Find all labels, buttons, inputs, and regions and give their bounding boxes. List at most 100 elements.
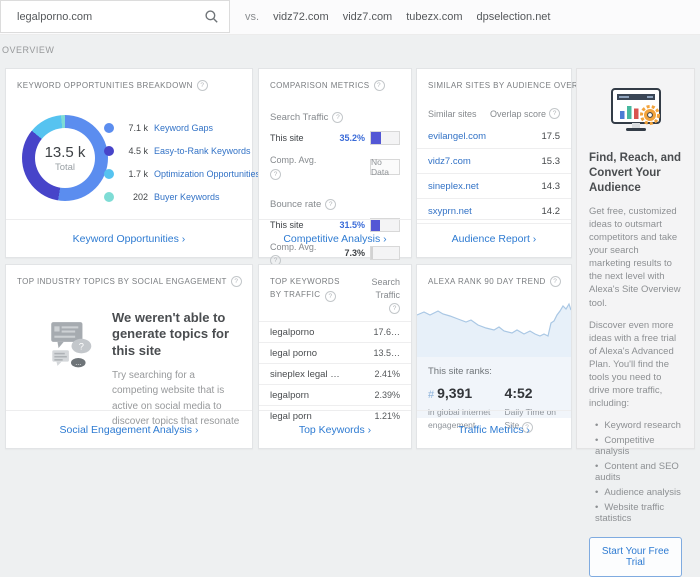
- card-title: SIMILAR SITES BY AUDIENCE OVERLAP: [417, 69, 571, 91]
- card-footer: Top Keywords ›: [259, 410, 411, 448]
- legend-value: 4.5 k: [121, 146, 148, 156]
- keyword-traffic: 17.6…: [373, 327, 400, 337]
- comparison-metrics-card: COMPARISON METRICS Search Traffic This s…: [258, 68, 412, 258]
- legend-label[interactable]: Keyword Gaps: [154, 123, 213, 133]
- keyword-row: sineplex legal …2.41%: [259, 363, 411, 384]
- legend-item: 1.7 kOptimization Opportunities: [104, 169, 248, 179]
- similar-site-row: vidz7.com 15.3: [417, 149, 571, 174]
- similar-sites-rows: evilangel.com 17.5 vidz7.com 15.3 sineplex.n…: [417, 124, 571, 224]
- card-title: ALEXA RANK 90 DAY TREND: [417, 265, 571, 287]
- info-icon[interactable]: [389, 303, 400, 314]
- legend-dot: [104, 192, 114, 202]
- keyword-legend: 7.1 kKeyword Gaps 4.5 k Easy-to-Rank Keywo…: [104, 123, 248, 215]
- info-icon[interactable]: [332, 112, 343, 123]
- keyword-row: legal porno 13.5…: [259, 342, 411, 363]
- promo-title: Find, Reach, and Convert Your Audience: [589, 151, 682, 196]
- legend-value: 1.7 k: [121, 169, 148, 179]
- keyword-opportunities-card: KEYWORD OPPORTUNITIES BREAKDOWN 13.5 k T…: [5, 68, 253, 258]
- rank-trend-card: ALEXA RANK 90 DAY TREND This site ranks:…: [416, 264, 572, 449]
- top-bar: vs. vidz72.comvidz7.comtubezx.comdpselec…: [0, 0, 700, 35]
- similar-site-link[interactable]: sxyprn.net: [428, 206, 472, 217]
- similar-sites-card: SIMILAR SITES BY AUDIENCE OVERLAP Simila…: [416, 68, 572, 258]
- competitor-site: dpselection.net: [476, 11, 550, 23]
- competitors-row: vs. vidz72.comvidz7.comtubezx.comdpselec…: [245, 0, 564, 33]
- keyword-text: legalporno: [270, 327, 314, 338]
- keyword-row: legalporno 17.6…: [259, 321, 411, 342]
- svg-text:?: ?: [79, 342, 84, 352]
- keyword-text: legalporn: [270, 390, 309, 401]
- info-icon[interactable]: [270, 169, 281, 180]
- overlap-score: 17.5: [542, 131, 561, 142]
- social-topics-card: TOP INDUSTRY TOPICS BY SOCIAL ENGAGEMENT…: [5, 264, 253, 449]
- overlap-score: 15.3: [542, 156, 561, 167]
- legend-item: 7.1 kKeyword Gaps: [104, 123, 248, 133]
- rank-trend-chart: [417, 299, 571, 357]
- search-traffic-this-site-value: 35.2%: [329, 133, 365, 143]
- keyword-text: legal porno: [270, 348, 317, 359]
- social-engagement-analysis-link[interactable]: Social Engagement Analysis ›: [60, 424, 199, 436]
- card-footer: Traffic Metrics ›: [417, 410, 571, 448]
- promo-paragraph-2: Discover even more ideas with a free tri…: [589, 319, 682, 411]
- monitor-chart-gear-icon: [589, 87, 682, 135]
- info-icon[interactable]: [231, 276, 242, 287]
- info-icon[interactable]: [550, 276, 561, 287]
- vs-label: vs.: [245, 11, 259, 23]
- no-topics-heading: We weren't able to generate topics for t…: [112, 310, 240, 359]
- promo-bullet-item: Keyword research: [595, 420, 682, 431]
- overlap-score: 14.2: [542, 206, 561, 217]
- rank-stats-panel: This site ranks: #9,391 in global intern…: [417, 357, 571, 418]
- card-footer: Audience Report ›: [417, 219, 571, 257]
- card-title: COMPARISON METRICS: [259, 69, 411, 91]
- competitor-site: vidz72.com: [273, 11, 329, 23]
- keyword-donut-chart: 13.5 k Total: [22, 115, 108, 201]
- legend-item: 202Buyer Keywords: [104, 192, 248, 202]
- keyword-traffic: 13.5…: [373, 348, 400, 358]
- svg-text:...: ...: [75, 358, 81, 367]
- promo-bullet-item: Competitive analysis: [595, 435, 682, 457]
- metric-row-search-this-site: This site 35.2%: [270, 131, 400, 145]
- search-traffic-column-header: Search Traffic: [360, 276, 400, 314]
- similar-site-link[interactable]: evilangel.com: [428, 131, 486, 142]
- overview-section-label: OVERVIEW: [2, 45, 54, 55]
- similar-site-link[interactable]: vidz7.com: [428, 156, 471, 167]
- top-keywords-link[interactable]: Top Keywords ›: [299, 424, 371, 436]
- metric-row-search-comp-avg: Comp. Avg. No Data: [270, 154, 400, 180]
- promo-bullet-item: Content and SEO audits: [595, 461, 682, 483]
- rank-hash: #: [428, 389, 434, 401]
- legend-label[interactable]: Buyer Keywords: [154, 192, 220, 202]
- competitor-list: vidz72.comvidz7.comtubezx.comdpselection…: [273, 11, 564, 23]
- legend-label[interactable]: Easy-to-Rank Keywords: [154, 146, 251, 156]
- similar-site-link[interactable]: sineplex.net: [428, 181, 479, 192]
- info-icon[interactable]: [197, 80, 208, 91]
- site-search-box[interactable]: [0, 0, 230, 33]
- card-footer: Social Engagement Analysis ›: [6, 410, 252, 448]
- promo-bullet-item: Audience analysis: [595, 487, 682, 498]
- card-title: TOP INDUSTRY TOPICS BY SOCIAL ENGAGEMENT: [6, 265, 252, 287]
- legend-dot: [104, 146, 114, 156]
- search-icon[interactable]: [205, 10, 218, 23]
- audience-report-link[interactable]: Audience Report ›: [452, 233, 537, 245]
- start-free-trial-button[interactable]: Start Your Free Trial: [589, 537, 682, 577]
- info-icon[interactable]: [549, 108, 560, 119]
- competitor-site: vidz7.com: [343, 11, 393, 23]
- info-icon[interactable]: [374, 80, 385, 91]
- info-icon[interactable]: [325, 291, 336, 302]
- legend-dot: [104, 123, 114, 133]
- competitive-analysis-link[interactable]: Competitive Analysis ›: [283, 233, 386, 245]
- daily-time-value: 4:52: [505, 385, 560, 401]
- legend-item: 4.5 k Easy-to-Rank Keywords: [104, 146, 248, 156]
- keyword-traffic: 2.41%: [374, 369, 400, 379]
- keyword-row: legalporn 2.39%: [259, 384, 411, 405]
- keyword-opportunities-link[interactable]: Keyword Opportunities ›: [73, 233, 186, 245]
- search-traffic-bar: [370, 131, 400, 145]
- overlap-score: 14.3: [542, 181, 561, 192]
- legend-label[interactable]: Optimization Opportunities: [154, 169, 260, 179]
- search-input[interactable]: [1, 11, 205, 23]
- keyword-traffic: 2.39%: [374, 390, 400, 400]
- info-icon[interactable]: [325, 199, 336, 210]
- traffic-metrics-link[interactable]: Traffic Metrics ›: [458, 424, 530, 436]
- site-ranks-label: This site ranks:: [428, 366, 560, 377]
- card-title: KEYWORD OPPORTUNITIES BREAKDOWN: [6, 69, 252, 91]
- no-data-box: No Data: [370, 159, 400, 175]
- card-footer: Keyword Opportunities ›: [6, 219, 252, 257]
